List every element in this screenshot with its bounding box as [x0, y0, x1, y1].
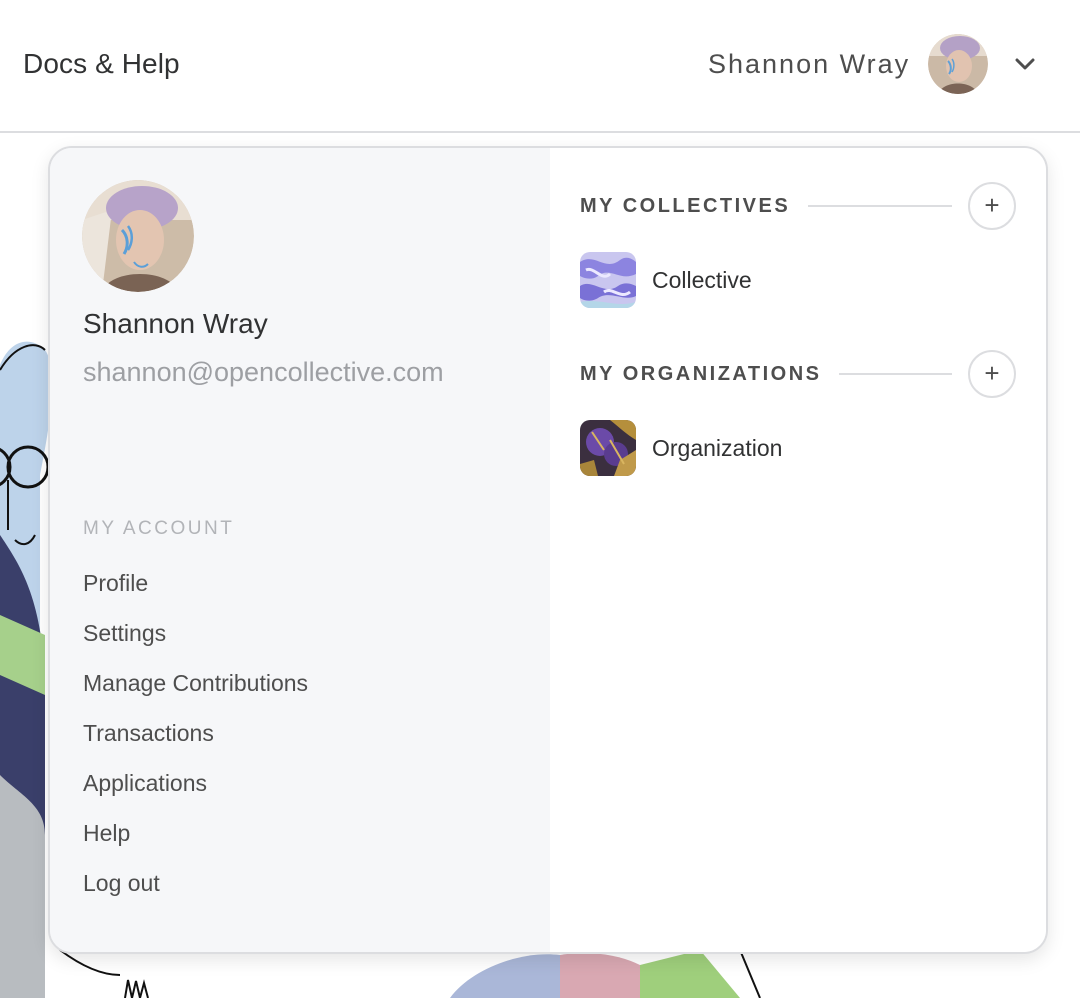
collective-avatar — [580, 252, 636, 308]
add-collective-button[interactable]: + — [968, 182, 1016, 230]
plus-icon: + — [984, 190, 1000, 220]
my-collectives-section: MY COLLECTIVES + Collective — [580, 182, 1016, 308]
manage-contributions-link[interactable]: Manage Contributions — [83, 668, 308, 698]
memberships-panel: MY COLLECTIVES + Collective MY ORGANIZAT… — [550, 148, 1046, 952]
settings-link[interactable]: Settings — [83, 618, 166, 648]
menu-item-profile: Profile — [83, 568, 308, 618]
collective-name: Collective — [652, 266, 752, 293]
help-link[interactable]: Help — [83, 818, 130, 848]
profile-email: shannon@opencollective.com — [83, 357, 444, 387]
menu-item-manage-contributions: Manage Contributions — [83, 668, 308, 718]
transactions-link[interactable]: Transactions — [83, 718, 214, 748]
chevron-down-icon[interactable] — [1012, 51, 1038, 77]
section-divider — [808, 205, 952, 207]
user-menu-trigger[interactable]: Shannon Wray — [708, 33, 1038, 95]
organization-item[interactable]: Organization — [580, 420, 1016, 476]
profile-name: Shannon Wray — [83, 308, 268, 339]
profile-link[interactable]: Profile — [83, 568, 148, 598]
my-organizations-heading: MY ORGANIZATIONS — [580, 362, 822, 385]
my-organizations-section: MY ORGANIZATIONS + Organization — [580, 350, 1016, 476]
collective-item[interactable]: Collective — [580, 252, 1016, 308]
my-account-heading: MY ACCOUNT — [83, 518, 235, 539]
menu-item-settings: Settings — [83, 618, 308, 668]
menu-item-transactions: Transactions — [83, 718, 308, 768]
profile-avatar — [82, 180, 194, 292]
my-organizations-header: MY ORGANIZATIONS + — [580, 350, 1016, 398]
profile-dropdown-menu: Shannon Wray shannon@opencollective.com … — [48, 146, 1048, 954]
top-navigation-bar: Docs & Help Shannon Wray — [0, 0, 1080, 133]
section-divider — [839, 373, 952, 375]
my-collectives-heading: MY COLLECTIVES — [580, 194, 791, 217]
organization-avatar — [580, 420, 636, 476]
add-organization-button[interactable]: + — [968, 350, 1016, 398]
menu-item-applications: Applications — [83, 768, 308, 818]
user-avatar[interactable] — [928, 34, 989, 94]
menu-item-log-out: Log out — [83, 868, 308, 918]
account-menu-list: Profile Settings Manage Contributions Tr… — [83, 568, 308, 918]
applications-link[interactable]: Applications — [83, 768, 207, 798]
user-name: Shannon Wray — [708, 48, 911, 79]
organization-name: Organization — [652, 434, 783, 461]
log-out-link[interactable]: Log out — [83, 868, 160, 898]
plus-icon: + — [984, 358, 1000, 388]
docs-help-link[interactable]: Docs & Help — [23, 48, 180, 80]
menu-item-help: Help — [83, 818, 308, 868]
my-collectives-header: MY COLLECTIVES + — [580, 182, 1016, 230]
account-panel: Shannon Wray shannon@opencollective.com … — [50, 148, 550, 952]
